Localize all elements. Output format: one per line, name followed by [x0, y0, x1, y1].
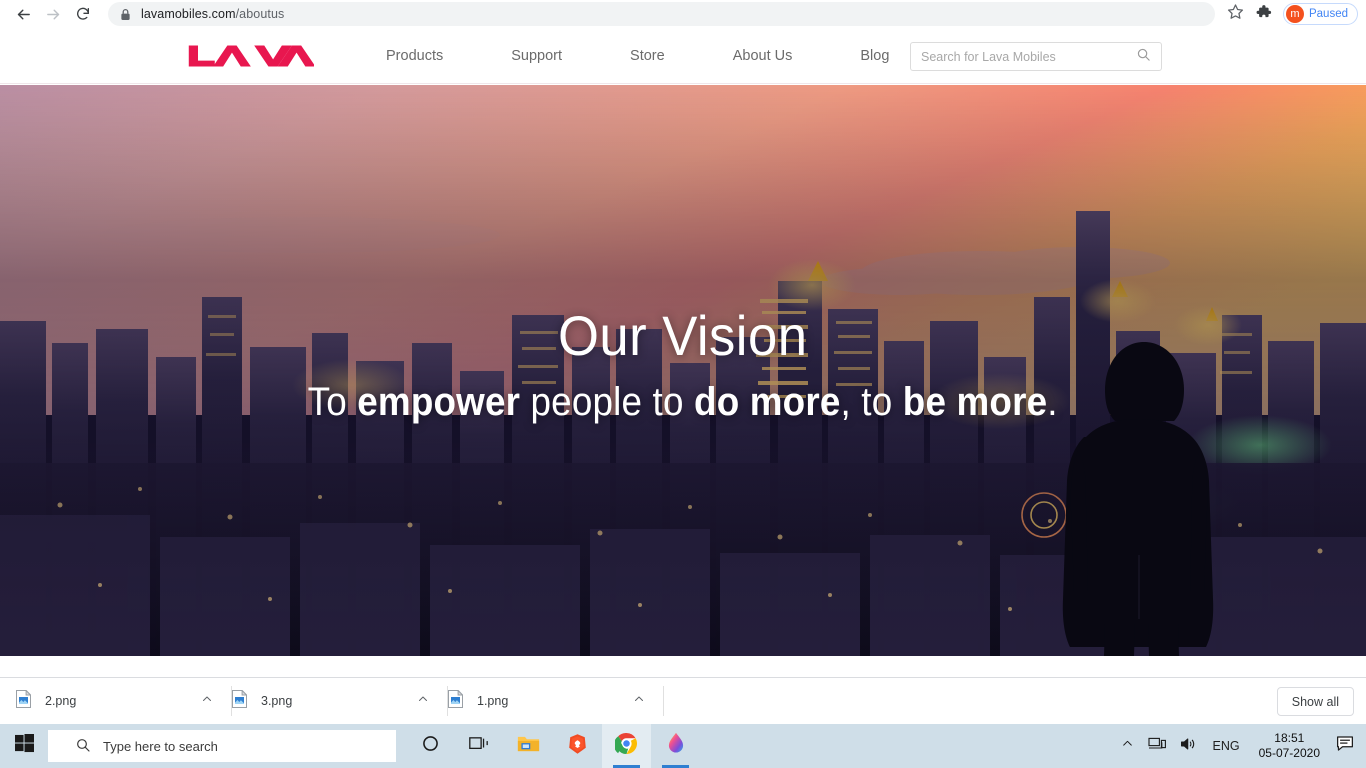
chevron-up-icon[interactable] [201, 692, 213, 710]
taskbar-app-icons [406, 724, 700, 768]
back-arrow-icon [15, 6, 32, 23]
start-button[interactable] [0, 724, 48, 768]
bookmark-button[interactable] [1223, 1, 1249, 27]
taskbar-item-file-explorer[interactable] [504, 724, 553, 768]
url-domain: lavamobiles.com [141, 7, 236, 21]
show-all-downloads-button[interactable]: Show all [1277, 687, 1354, 716]
brave-browser-icon [567, 733, 588, 760]
task-view-icon [469, 734, 490, 758]
action-center-icon [1336, 739, 1354, 756]
reload-button[interactable] [68, 0, 98, 29]
system-tray: ENG 18:51 05-07-2020 [1114, 724, 1366, 768]
taskbar-search-placeholder: Type here to search [103, 739, 218, 754]
lock-icon [120, 8, 131, 21]
lava-logo[interactable] [186, 43, 314, 69]
url-path: /aboutus [236, 7, 285, 21]
tray-volume-button[interactable] [1173, 724, 1204, 768]
windows-logo-icon [15, 734, 34, 758]
search-icon[interactable] [1136, 47, 1151, 67]
chevron-up-icon [1121, 737, 1134, 755]
speaker-icon [1180, 736, 1197, 757]
nav-item-support[interactable]: Support [477, 48, 596, 64]
tray-network-button[interactable] [1141, 724, 1173, 768]
action-center-button[interactable] [1330, 735, 1366, 757]
browser-toolbar: lavamobiles.com/aboutus m Paused [0, 0, 1366, 29]
chevron-up-icon[interactable] [633, 692, 645, 710]
taskbar-item-brave[interactable] [553, 724, 602, 768]
download-shelf: 2.png 3.png 1.png Show all [0, 677, 1366, 724]
back-button[interactable] [8, 0, 38, 29]
nav-item-about-us[interactable]: About Us [699, 48, 827, 64]
tray-date: 05-07-2020 [1259, 746, 1320, 761]
extensions-button[interactable] [1251, 1, 1277, 27]
forward-arrow-icon [45, 6, 62, 23]
search-icon [75, 737, 91, 756]
download-file-name: 1.png [477, 694, 633, 708]
tray-overflow-button[interactable] [1114, 724, 1141, 768]
address-bar[interactable]: lavamobiles.com/aboutus [108, 2, 1215, 26]
main-navigation: Products Support Store About Us Blog [352, 48, 923, 64]
url-text: lavamobiles.com/aboutus [141, 7, 284, 21]
browser-actions: m Paused [1223, 1, 1358, 27]
taskbar-item-paint-3d[interactable] [651, 724, 700, 768]
puzzle-piece-icon [1255, 3, 1272, 25]
download-item[interactable]: 1.png [448, 686, 664, 716]
sync-status-label: Paused [1309, 8, 1348, 20]
download-file-name: 2.png [45, 694, 201, 708]
cortana-icon [421, 734, 440, 758]
hero-background-image [0, 85, 1366, 656]
hero-banner: Our Vision To empower people to do more,… [0, 85, 1366, 656]
taskbar-item-cortana[interactable] [406, 724, 455, 768]
nav-item-products[interactable]: Products [352, 48, 477, 64]
nav-item-blog[interactable]: Blog [826, 48, 923, 64]
windows-taskbar: Type here to search [0, 724, 1366, 768]
google-chrome-icon [615, 732, 638, 760]
tray-language-indicator[interactable]: ENG [1204, 739, 1249, 753]
nav-item-store[interactable]: Store [596, 48, 699, 64]
tray-clock[interactable]: 18:51 05-07-2020 [1249, 731, 1330, 761]
reload-icon [75, 6, 91, 22]
taskbar-item-chrome[interactable] [602, 724, 651, 768]
taskbar-item-task-view[interactable] [455, 724, 504, 768]
profile-button[interactable]: m Paused [1283, 3, 1358, 25]
chevron-up-icon[interactable] [417, 692, 429, 710]
avatar: m [1286, 5, 1304, 23]
star-icon [1227, 3, 1244, 25]
image-file-icon [232, 690, 247, 713]
site-search[interactable] [910, 42, 1162, 71]
image-file-icon [16, 690, 31, 713]
forward-button[interactable] [38, 0, 68, 29]
search-input[interactable] [911, 43, 1136, 70]
network-icon [1148, 736, 1166, 757]
download-file-name: 3.png [261, 694, 417, 708]
file-explorer-icon [517, 734, 540, 759]
tray-time: 18:51 [1259, 731, 1320, 746]
image-file-icon [448, 690, 463, 713]
taskbar-search-box[interactable]: Type here to search [48, 730, 396, 762]
download-item[interactable]: 2.png [16, 686, 232, 716]
paint-3d-icon [666, 732, 686, 760]
download-item[interactable]: 3.png [232, 686, 448, 716]
